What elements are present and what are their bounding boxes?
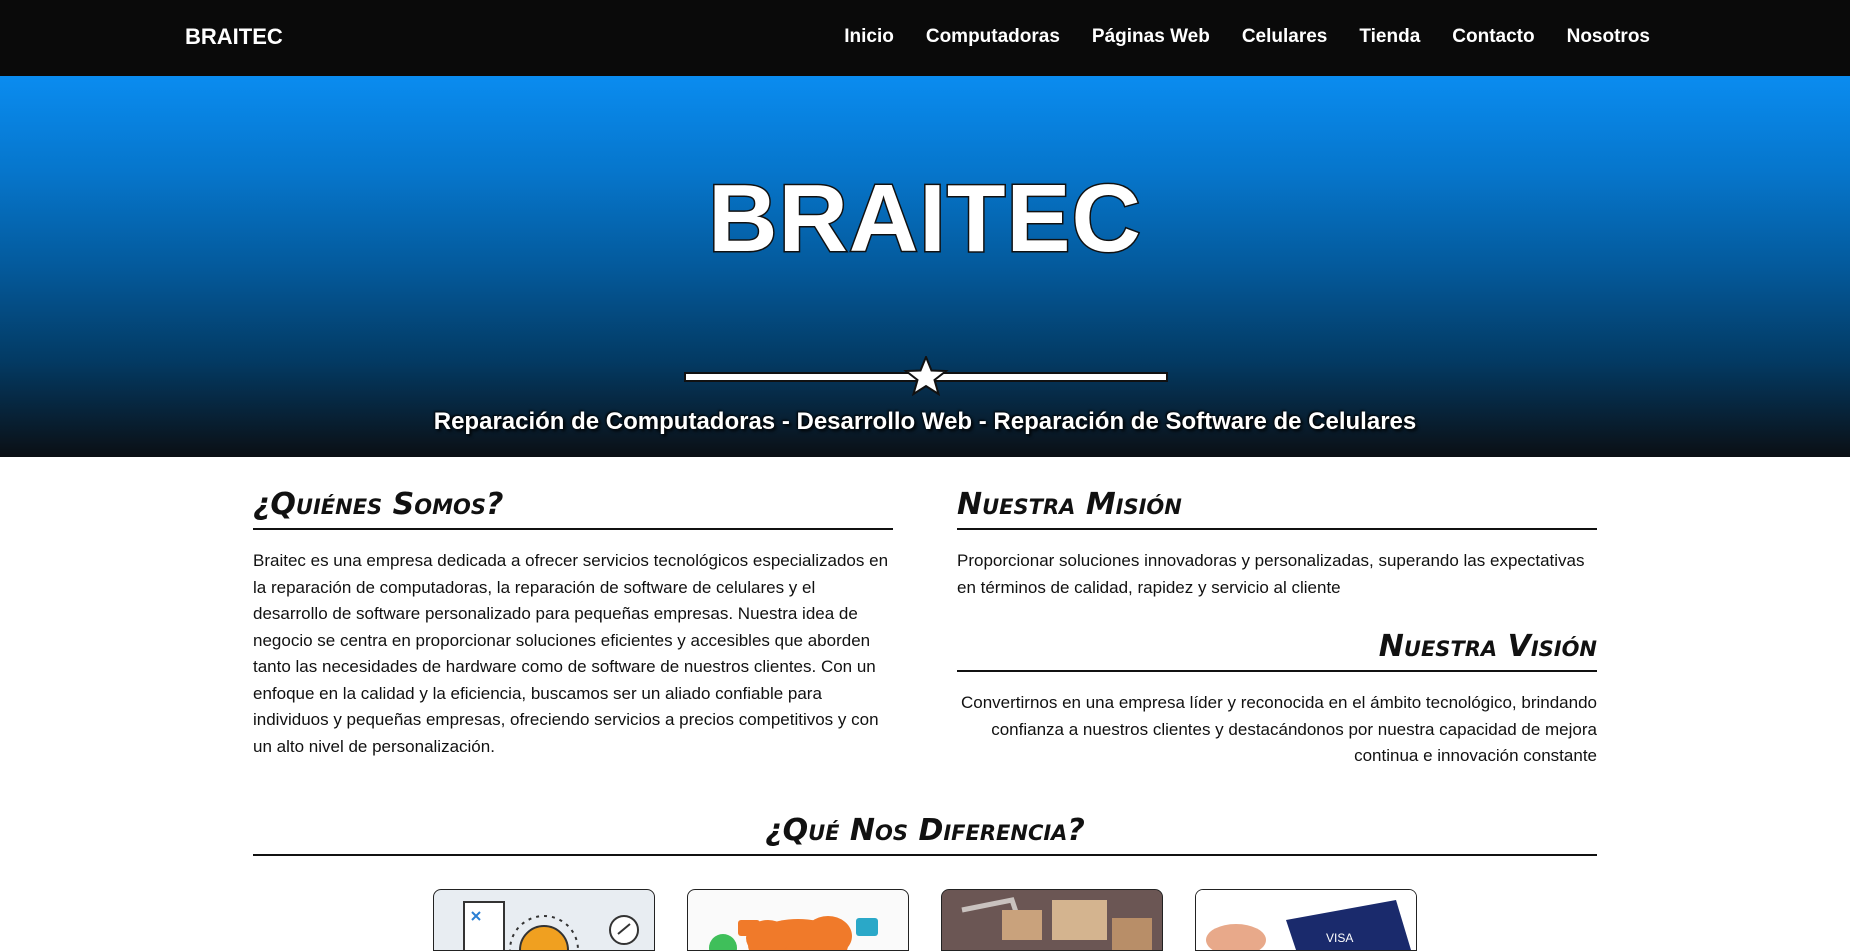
star-icon (903, 356, 949, 396)
svg-text:VISA: VISA (1326, 931, 1353, 945)
about-section: ¿Quiénes Somos? Braitec es una empresa d… (253, 487, 893, 760)
nav-link-paginas-web[interactable]: Páginas Web (1092, 26, 1210, 48)
nav-link-contacto[interactable]: Contacto (1452, 26, 1534, 48)
nav-link-tienda[interactable]: Tienda (1359, 26, 1420, 48)
nav-link-celulares[interactable]: Celulares (1242, 26, 1328, 48)
vision-title: Nuestra Visión (957, 629, 1597, 672)
about-text: Braitec es una empresa dedicada a ofrece… (253, 551, 889, 756)
credit-card-payment-photo-icon: VISA (1196, 890, 1416, 950)
brand-link[interactable]: BRAITEC (185, 24, 283, 50)
feature-cards: VISA (433, 889, 1417, 951)
about-title: ¿Quiénes Somos? (253, 487, 893, 530)
feature-card[interactable] (433, 889, 655, 951)
feature-card[interactable] (941, 889, 1163, 951)
discount-cloud-illustration-icon (709, 916, 878, 950)
main-content: ¿Quiénes Somos? Braitec es una empresa d… (253, 457, 1597, 951)
nav-link-computadoras[interactable]: Computadoras (926, 26, 1060, 48)
mission-vision-section: Nuestra Misión Proporcionar soluciones i… (957, 487, 1597, 770)
top-navbar: BRAITEC Inicio Computadoras Páginas Web … (0, 0, 1850, 76)
differences-section: ¿Qué Nos Diferencia? (253, 813, 1597, 856)
package-boxes-photo-icon (942, 890, 1162, 950)
mission-text: Proporcionar soluciones innovadoras y pe… (957, 551, 1585, 597)
hero-banner: BRAITEC Reparación de Computadoras - Des… (0, 76, 1850, 457)
hero-subtitle: Reparación de Computadoras - Desarrollo … (433, 408, 1417, 435)
feature-card[interactable]: VISA (1195, 889, 1417, 951)
star-divider (684, 356, 1168, 396)
feature-card[interactable] (687, 889, 909, 951)
planning-illustration-icon (463, 901, 639, 950)
mission-title: Nuestra Misión (957, 487, 1597, 530)
nav-links: Inicio Computadoras Páginas Web Celulare… (812, 26, 1650, 48)
nav-link-nosotros[interactable]: Nosotros (1567, 26, 1650, 48)
nav-link-inicio[interactable]: Inicio (844, 26, 894, 48)
differences-title: ¿Qué Nos Diferencia? (253, 813, 1597, 856)
hero-title: BRAITEC (707, 164, 1143, 274)
vision-text: Convertirnos en una empresa líder y reco… (961, 693, 1597, 765)
